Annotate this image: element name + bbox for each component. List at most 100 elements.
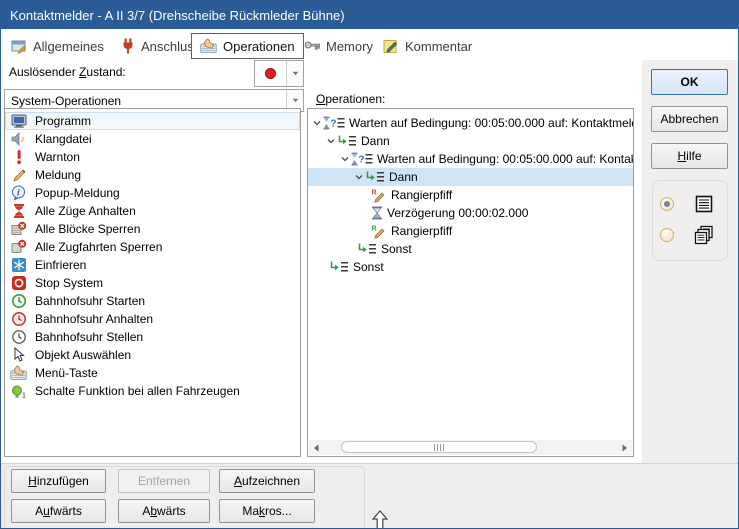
tab-label: Kommentar [405,39,472,54]
list-item[interactable]: Alle Blöcke Sperren [5,220,300,238]
list-item-label: Meldung [35,168,81,182]
tree-row-label: Sonst [353,260,384,274]
record-button[interactable]: Aufzeichnen [219,469,315,493]
list-item[interactable]: 1 Schalte Funktion bei allen Fahrzeugen [5,382,300,400]
svg-text:R: R [372,225,377,232]
list-item[interactable]: Warnton [5,148,300,166]
list-item[interactable]: Programm [5,112,300,130]
key-icon [304,38,320,54]
chevron-expanded-icon[interactable] [324,136,337,146]
tree-row[interactable]: ? Warten auf Bedingung: 00:05:00.000 auf… [308,114,633,132]
add-button[interactable]: Hinzufügen [11,469,106,493]
move-up-button[interactable]: Aufwärts [11,499,106,523]
tree-row[interactable]: ? Warten auf Bedingung: 00:05:00.000 auf… [308,150,633,168]
tree-row[interactable]: Dann [308,132,633,150]
list-item-label: Bahnhofsuhr Anhalten [35,312,153,326]
list-item[interactable]: Stop System [5,274,300,292]
tree-row-label: Dann [389,170,418,184]
scrollbar-thumb[interactable] [341,441,537,453]
clock-start-icon [10,293,27,309]
tab-label: Allgemeines [33,39,104,54]
list-item-label: Programm [35,114,91,128]
cancel-button[interactable]: Abbrechen [651,106,728,132]
tree-row-selected[interactable]: Dann [308,168,633,186]
scroll-left-button[interactable] [309,440,323,455]
operation-types-list[interactable]: Programm ♪ Klangdatei Warnton Meldung i … [4,108,301,457]
scrollbar-track[interactable] [323,440,618,455]
warning-exclamation-icon [10,149,27,165]
list-item-label: Bahnhofsuhr Stellen [35,330,143,344]
trigger-state-dropdown[interactable] [254,60,304,87]
list-item[interactable]: Bahnhofsuhr Stellen [5,328,300,346]
tab-kommentar[interactable]: Kommentar [383,34,472,58]
chevron-expanded-icon[interactable] [310,118,323,128]
list-item[interactable]: ♪ Klangdatei [5,130,300,148]
list-item[interactable]: Bahnhofsuhr Starten [5,292,300,310]
route-lock-icon [10,239,27,255]
kontaktmelder-dialog: Kontaktmelder - A II 3/7 (Drehscheibe Rü… [0,0,739,529]
delay-hourglass-icon [371,206,383,220]
tree-row[interactable]: R Rangierpfiff [308,222,633,240]
horizontal-scrollbar[interactable] [309,440,632,455]
list-item-label: Bahnhofsuhr Starten [35,294,145,308]
operations-label: Operationen: [316,92,385,106]
macros-button[interactable]: Makros... [219,499,315,523]
tab-operationen[interactable]: Operationen [191,33,304,59]
chevron-expanded-icon[interactable] [352,172,365,182]
ok-button[interactable]: OK [651,69,728,95]
list-item-label: Popup-Meldung [35,186,120,200]
then-branch-icon [365,170,385,184]
tree-row[interactable]: Verzögerung 00:00:02.000 [308,204,633,222]
list-item[interactable]: Meldung [5,166,300,184]
up-arrow-cursor [371,510,389,529]
scroll-right-button[interactable] [618,440,632,455]
tab-label: Operationen [223,39,295,54]
clock-stop-icon [10,311,27,327]
operations-tree[interactable]: ? Warten auf Bedingung: 00:05:00.000 auf… [307,108,634,457]
tree-row-label: Sonst [381,242,412,256]
tree-row-label: Rangierpfiff [391,188,452,202]
pencil-icon [10,167,27,183]
list-item[interactable]: Objekt Auswählen [5,346,300,364]
tab-memory[interactable]: Memory [304,34,373,58]
chevron-down-icon[interactable] [286,61,303,86]
monitor-icon [10,113,27,129]
snowflake-icon [10,257,27,273]
chevron-expanded-icon[interactable] [338,154,351,164]
title-bar[interactable]: Kontaktmelder - A II 3/7 (Drehscheibe Rü… [1,1,739,29]
else-branch-icon [329,260,349,274]
block-lock-icon [10,221,27,237]
radio-stacked-view[interactable] [660,228,674,242]
tab-label: Memory [326,39,373,54]
list-item-label: Menü-Taste [35,366,98,380]
list-view-icon [695,195,713,216]
help-button[interactable]: Hilfe [651,143,728,169]
note-pencil-icon [383,38,399,54]
whistle-sound-green-icon: R [371,224,387,239]
window-title: Kontaktmelder - A II 3/7 (Drehscheibe Rü… [10,8,345,23]
tree-row-label: Dann [361,134,390,148]
list-item[interactable]: Alle Zugfahrten Sperren [5,238,300,256]
tab-allgemeines[interactable]: Allgemeines [11,34,104,58]
list-item-label: Alle Züge Anhalten [35,204,136,218]
tree-row[interactable]: R Rangierpfiff [308,186,633,204]
tree-row[interactable]: Sonst [308,258,633,276]
tree-row-label: Rangierpfiff [391,224,452,238]
list-item[interactable]: i Popup-Meldung [5,184,300,202]
else-branch-icon [357,242,377,256]
move-down-button[interactable]: Abwärts [118,499,210,523]
cursor-select-icon [10,347,27,363]
radio-list-view[interactable] [660,197,674,211]
list-item[interactable]: Alle Züge Anhalten [5,202,300,220]
keyboard-hand-icon [200,38,217,54]
tab-anschluss[interactable]: Anschluss [121,34,200,58]
list-item[interactable]: Menü-Taste [5,364,300,382]
list-item-label: Einfrieren [35,258,86,272]
list-item[interactable]: Einfrieren [5,256,300,274]
list-item[interactable]: Bahnhofsuhr Anhalten [5,310,300,328]
remove-button[interactable]: Entfernen [118,469,210,493]
speaker-note-icon: ♪ [10,131,27,147]
tree-row[interactable]: Sonst [308,240,633,258]
svg-text:R: R [372,189,377,196]
trigger-state-label: Auslösender Zustand: [9,65,126,79]
